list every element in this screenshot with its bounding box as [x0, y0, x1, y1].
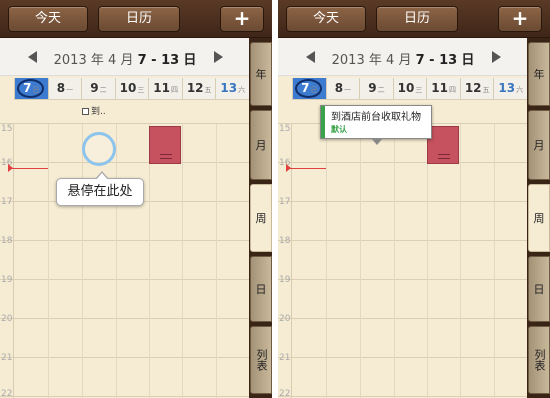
day-column-divider: [48, 124, 49, 398]
day-header[interactable]: 10三: [114, 78, 149, 99]
tab-month[interactable]: 月: [250, 110, 272, 180]
day-header[interactable]: 11四: [148, 78, 182, 99]
today-button[interactable]: 今天: [8, 6, 88, 32]
current-time-line: [288, 168, 326, 169]
top-toolbar: 今天 日历 +: [278, 0, 550, 38]
tab-week[interactable]: 周: [250, 184, 272, 252]
hour-label: 21: [279, 353, 291, 363]
day-column-divider: [182, 124, 183, 398]
day-column-divider: [216, 124, 217, 398]
all-day-event-chip[interactable]: 到..: [82, 105, 108, 119]
next-week-icon[interactable]: [492, 51, 501, 63]
day-header-saturday[interactable]: 13六: [493, 78, 528, 99]
next-week-icon[interactable]: [214, 51, 223, 63]
previous-week-icon[interactable]: [28, 51, 37, 63]
tab-year[interactable]: 年: [528, 42, 550, 106]
hour-label: 20: [1, 314, 13, 324]
day-header[interactable]: 11四: [426, 78, 460, 99]
day-column-divider: [326, 124, 327, 398]
hour-label: 20: [279, 314, 291, 324]
hour-label: 22: [279, 389, 291, 398]
hour-label: 18: [279, 236, 291, 246]
hour-label: 19: [1, 275, 13, 285]
week-title: 2013 年 4 月 7 - 13 日: [53, 53, 197, 68]
event-title: 到酒店前台收取礼物: [331, 112, 421, 123]
week-navigation: 2013 年 4 月 7 - 13 日: [0, 38, 249, 76]
day-header[interactable]: 9二: [81, 78, 115, 99]
add-event-button[interactable]: +: [220, 6, 264, 32]
tab-list[interactable]: 列表: [528, 326, 550, 394]
day-header[interactable]: 8一: [325, 78, 360, 99]
tab-month[interactable]: 月: [528, 110, 550, 180]
day-header-saturday[interactable]: 13六: [215, 78, 250, 99]
hour-label: 19: [279, 275, 291, 285]
day-header-today[interactable]: 7日: [292, 78, 326, 99]
calendars-button[interactable]: 日历: [98, 6, 180, 32]
day-column-divider: [460, 124, 461, 398]
day-column-divider: [116, 124, 117, 398]
today-ring-icon: [17, 79, 44, 98]
current-time-line: [10, 168, 48, 169]
tab-day[interactable]: 日: [528, 256, 550, 322]
day-header[interactable]: 12五: [181, 78, 216, 99]
week-view: 2013 年 4 月 7 - 13 日 7日 8一 9二 10三 11四 12五…: [0, 38, 250, 398]
time-grid[interactable]: [0, 124, 249, 398]
view-tabs: 年 月 周 日 列表: [249, 38, 272, 398]
day-column-divider: [427, 124, 428, 398]
day-header-row: 7日 8一 9二 10三 11四 12五 13六: [292, 78, 528, 100]
hour-label: 15: [279, 124, 291, 134]
add-event-button[interactable]: +: [498, 6, 542, 32]
tab-list[interactable]: 列表: [250, 326, 272, 394]
week-title: 2013 年 4 月 7 - 13 日: [331, 53, 475, 68]
day-header-row: 7日 8一 9二 10三 11四 12五 13六: [14, 78, 250, 100]
today-ring-icon: [295, 79, 322, 98]
time-grid[interactable]: [278, 124, 527, 398]
day-column-divider: [360, 124, 361, 398]
hour-label: 18: [1, 236, 13, 246]
hour-label: 17: [279, 197, 291, 207]
hour-label: 21: [1, 353, 13, 363]
day-header[interactable]: 12五: [459, 78, 494, 99]
hour-label: 22: [1, 389, 13, 398]
hover-indicator-icon: [82, 132, 116, 166]
day-column-divider: [494, 124, 495, 398]
day-column-divider: [394, 124, 395, 398]
event-calendar-name: 默认: [331, 125, 347, 134]
day-header[interactable]: 9二: [359, 78, 393, 99]
tab-year[interactable]: 年: [250, 42, 272, 106]
today-button[interactable]: 今天: [286, 6, 366, 32]
hover-tooltip: 悬停在此处: [56, 171, 144, 206]
left-screen: 今天 日历 + 2013 年 4 月 7 - 13 日 7日 8一 9二 10三…: [0, 0, 272, 398]
calendar-color-bar: [321, 106, 325, 138]
all-day-row: 到..: [0, 100, 249, 124]
day-column-divider: [82, 124, 83, 398]
calendars-button[interactable]: 日历: [376, 6, 458, 32]
previous-week-icon[interactable]: [306, 51, 315, 63]
view-tabs: 年 月 周 日 列表: [527, 38, 550, 398]
tab-week[interactable]: 周: [528, 184, 550, 252]
tab-day[interactable]: 日: [250, 256, 272, 322]
day-column-divider: [149, 124, 150, 398]
event-block[interactable]: [149, 126, 181, 164]
right-screen: 今天 日历 + 2013 年 4 月 7 - 13 日 7日 8一 9二 10三…: [278, 0, 550, 398]
hour-label: 17: [1, 197, 13, 207]
day-header[interactable]: 10三: [392, 78, 427, 99]
week-navigation: 2013 年 4 月 7 - 13 日: [278, 38, 527, 76]
event-preview-popup[interactable]: 到酒店前台收取礼物 默认: [320, 105, 432, 145]
day-header[interactable]: 8一: [47, 78, 82, 99]
checkbox-icon: [82, 108, 89, 115]
day-header-today[interactable]: 7日: [14, 78, 48, 99]
hour-label: 15: [1, 124, 13, 134]
top-toolbar: 今天 日历 +: [0, 0, 272, 38]
week-view: 2013 年 4 月 7 - 13 日 7日 8一 9二 10三 11四 12五…: [278, 38, 528, 398]
screenshot-comparison: 今天 日历 + 2013 年 4 月 7 - 13 日 7日 8一 9二 10三…: [0, 0, 550, 398]
